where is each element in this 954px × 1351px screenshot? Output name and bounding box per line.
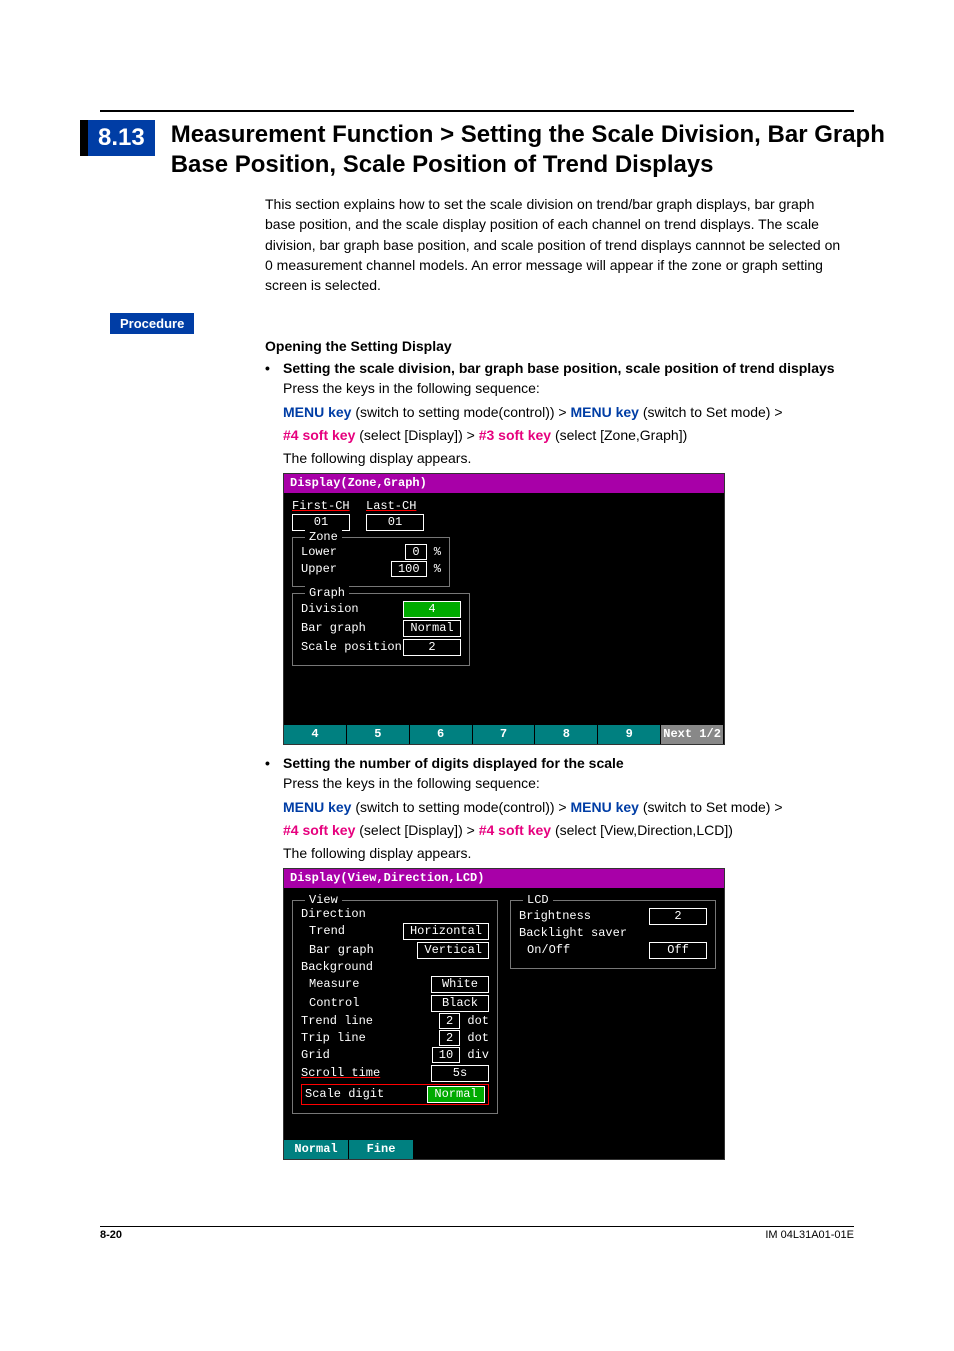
onoff-label: On/Off (519, 943, 570, 958)
following-display-text-2: The following display appears. (283, 843, 845, 864)
softkey-normal[interactable]: Normal (284, 1140, 349, 1159)
control-value[interactable]: Black (431, 995, 489, 1012)
page-footer: 8-20 IM 04L31A01-01E (100, 1226, 854, 1241)
measure-label: Measure (301, 977, 359, 992)
screen1-title: Display(Zone,Graph) (284, 474, 724, 493)
intro-paragraph: This section explains how to set the sca… (265, 194, 845, 295)
section-number: 8.13 (80, 120, 155, 156)
section-title: Measurement Function > Setting the Scale… (171, 120, 894, 180)
softkey-4[interactable]: 4 (284, 725, 347, 744)
lower-value[interactable]: 0 (405, 544, 426, 560)
softkey-next[interactable]: Next 1/2 (661, 725, 724, 744)
grid-label: Grid (301, 1048, 330, 1063)
softkey-6[interactable]: 6 (410, 725, 473, 744)
division-value[interactable]: 4 (403, 601, 461, 618)
device-screen-zone-graph: Display(Zone,Graph) First-CH 01 Last-CH … (283, 473, 725, 745)
softkey-9[interactable]: 9 (598, 725, 661, 744)
grid-value[interactable]: 10 (432, 1047, 460, 1063)
measure-value[interactable]: White (431, 976, 489, 993)
zone-legend: Zone (305, 530, 342, 545)
device-screen-view-direction: Display(View,Direction,LCD) View Directi… (283, 868, 725, 1160)
scrolltime-value[interactable]: 5s (431, 1065, 489, 1082)
content-body: Opening the Setting Display • Setting th… (265, 338, 845, 1160)
lcd-group: LCD Brightness2 Backlight saver On/OffOf… (510, 900, 716, 969)
screen2-title: Display(View,Direction,LCD) (284, 869, 724, 888)
view-legend: View (305, 893, 342, 908)
screen2-body: View Direction Trend Horizontal Bar graph… (284, 888, 724, 1140)
brightness-label: Brightness (519, 909, 591, 924)
tripline-value[interactable]: 2 (439, 1030, 460, 1046)
trendline-value[interactable]: 2 (439, 1013, 460, 1029)
doc-code: IM 04L31A01-01E (765, 1229, 854, 1241)
bullet2-text: Setting the number of digits displayed f… (283, 755, 845, 771)
upper-value[interactable]: 100 (391, 561, 427, 577)
graph-legend: Graph (305, 586, 349, 601)
softkey-7[interactable]: 7 (473, 725, 536, 744)
press-keys-text-2: Press the keys in the following sequence… (283, 773, 845, 794)
page-number: 8-20 (100, 1229, 122, 1241)
upper-label: Upper (301, 562, 337, 577)
division-label: Division (301, 602, 359, 617)
bullet-dot: • (265, 755, 283, 771)
backlight-label: Backlight saver (519, 926, 707, 941)
opening-heading: Opening the Setting Display (265, 338, 845, 354)
background-label: Background (301, 960, 489, 975)
onoff-value[interactable]: Off (649, 942, 707, 959)
scalepos-label: Scale position (301, 640, 402, 655)
softkey-8[interactable]: 8 (535, 725, 598, 744)
section-heading: 8.13 Measurement Function > Setting the … (80, 120, 894, 180)
soft-key-3: #3 soft key (479, 427, 551, 443)
control-label: Control (301, 996, 359, 1011)
scaledigit-value[interactable]: Normal (427, 1086, 485, 1103)
softkey-5[interactable]: 5 (347, 725, 410, 744)
view-group: View Direction TrendHorizontal Bar graph… (292, 900, 498, 1114)
scalepos-value[interactable]: 2 (403, 639, 461, 656)
bargraph-value[interactable]: Normal (403, 620, 461, 637)
graph-group: Graph Division4 Bar graphNormal Scale po… (292, 593, 470, 666)
soft-key-4: #4 soft key (283, 427, 355, 443)
last-ch-value[interactable]: 01 (366, 514, 424, 531)
menu-key-2: MENU key (571, 799, 639, 815)
first-ch-label: First-CH (292, 499, 350, 514)
menu-key: MENU key (283, 404, 351, 420)
trend-value[interactable]: Horizontal (403, 923, 489, 940)
scaledigit-label: Scale digit (305, 1087, 384, 1102)
soft-key-4: #4 soft key (283, 822, 355, 838)
soft-key-4b: #4 soft key (479, 822, 551, 838)
first-ch-value[interactable]: 01 (292, 514, 350, 531)
following-display-text: The following display appears. (283, 448, 845, 469)
top-rule (100, 110, 854, 112)
lcd-legend: LCD (523, 893, 553, 908)
screen1-body: First-CH 01 Last-CH 01 Zone Lower0 % Upp… (284, 493, 724, 725)
screen2-softkeys: Normal Fine (284, 1140, 724, 1159)
bargraph-label: Bar graph (301, 621, 366, 636)
direction-label: Direction (301, 907, 489, 922)
menu-key-2: MENU key (571, 404, 639, 420)
key-sequence-1: MENU key (switch to setting mode(control… (283, 401, 845, 446)
procedure-label: Procedure (110, 313, 194, 334)
bargraph2-value[interactable]: Vertical (417, 942, 489, 959)
key-sequence-2: MENU key (switch to setting mode(control… (283, 796, 845, 841)
softkey-spacer (414, 1140, 724, 1159)
bullet1-text: Setting the scale division, bar graph ba… (283, 360, 845, 376)
screen1-softkeys: 4 5 6 7 8 9 Next 1/2 (284, 725, 724, 744)
tripline-label: Trip line (301, 1031, 366, 1046)
lower-label: Lower (301, 545, 337, 560)
press-keys-text: Press the keys in the following sequence… (283, 378, 845, 399)
zone-group: Zone Lower0 % Upper100 % (292, 537, 450, 587)
bargraph2-label: Bar graph (301, 943, 374, 958)
brightness-value[interactable]: 2 (649, 908, 707, 925)
trend-label: Trend (301, 924, 345, 939)
menu-key: MENU key (283, 799, 351, 815)
document-page: 8.13 Measurement Function > Setting the … (0, 0, 954, 1351)
last-ch-label: Last-CH (366, 499, 424, 514)
softkey-fine[interactable]: Fine (349, 1140, 414, 1159)
trendline-label: Trend line (301, 1014, 373, 1029)
bullet-dot: • (265, 360, 283, 376)
scrolltime-label: Scroll time (301, 1066, 380, 1081)
